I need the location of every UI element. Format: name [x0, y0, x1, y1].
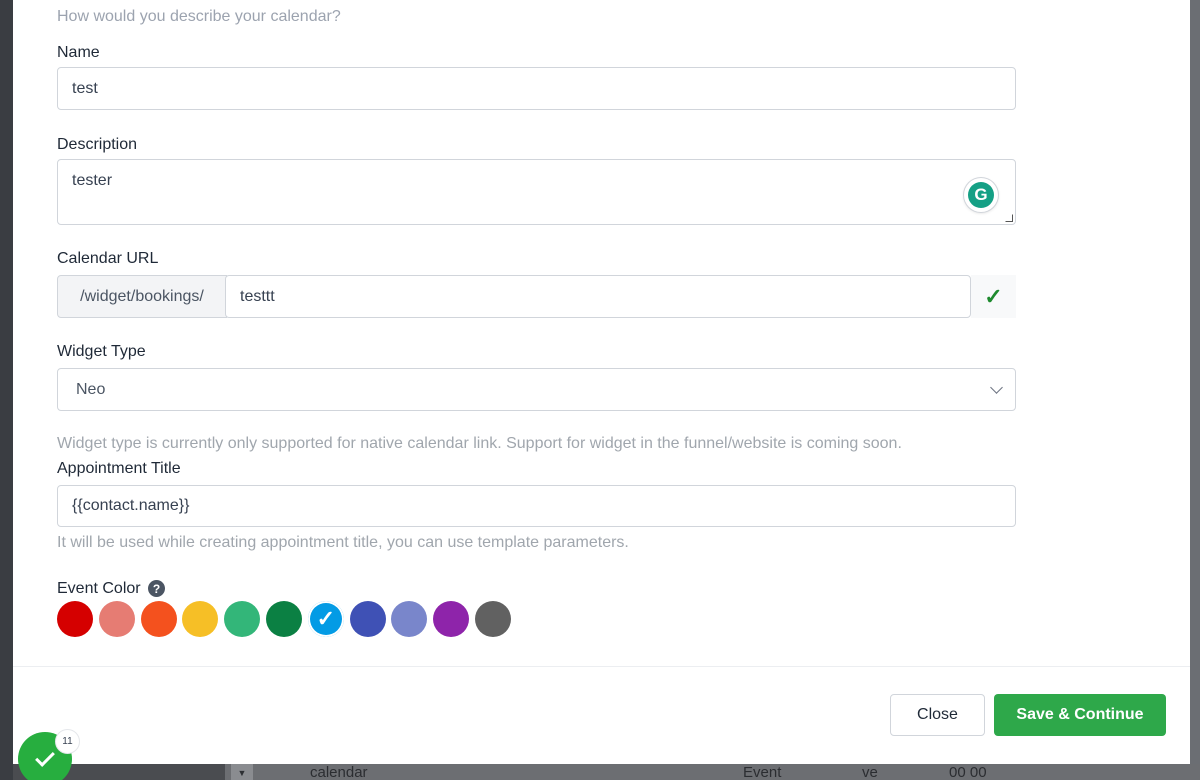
- background-table-row: ▼ calendar Event ve 00 00: [13, 764, 1200, 780]
- color-swatch[interactable]: [266, 601, 302, 637]
- caret-down-icon: ▼: [231, 764, 253, 780]
- appointment-title-input[interactable]: {{contact.name}}: [57, 485, 1016, 527]
- name-label: Name: [57, 44, 100, 61]
- form-subtitle: How would you describe your calendar?: [57, 8, 341, 25]
- name-input[interactable]: test: [57, 67, 1016, 110]
- check-icon: [35, 747, 55, 767]
- description-value: tester: [72, 172, 113, 189]
- description-textarea[interactable]: tester G: [57, 159, 1016, 225]
- color-swatch[interactable]: [391, 601, 428, 637]
- calendar-url-prefix: /widget/bookings/: [57, 275, 227, 318]
- url-valid-check-icon: ✓: [971, 275, 1016, 318]
- widget-type-hint: Widget type is currently only supported …: [57, 435, 902, 452]
- appointment-title-label: Appointment Title: [57, 460, 181, 477]
- name-input-value: test: [72, 79, 98, 97]
- appointment-title-value: {{contact.name}}: [72, 497, 190, 514]
- widget-type-select[interactable]: Neo: [57, 368, 1016, 411]
- background-cell: ve: [862, 764, 878, 780]
- color-swatch[interactable]: [182, 601, 219, 637]
- color-swatch[interactable]: [57, 601, 93, 637]
- grammarly-icon[interactable]: G: [964, 178, 998, 212]
- calendar-url-value: testtt: [240, 287, 275, 305]
- save-continue-button[interactable]: Save & Continue: [994, 694, 1166, 736]
- background-scrollbar: [1190, 0, 1200, 780]
- selected-check-icon: ✓: [316, 606, 336, 631]
- background-cell: Event: [743, 764, 782, 780]
- color-swatch[interactable]: [98, 601, 135, 637]
- color-swatch[interactable]: [224, 601, 261, 637]
- resize-handle-icon[interactable]: [1005, 214, 1013, 222]
- calendar-settings-modal: How would you describe your calendar? Na…: [13, 0, 1190, 764]
- color-swatch[interactable]: [140, 601, 177, 637]
- help-icon[interactable]: ?: [148, 580, 165, 597]
- chevron-down-icon: [990, 380, 1003, 394]
- background-cell: 00 00: [949, 764, 987, 780]
- color-swatch[interactable]: ✓: [307, 601, 344, 637]
- calendar-url-label: Calendar URL: [57, 250, 159, 267]
- color-swatch[interactable]: [349, 601, 386, 637]
- close-button[interactable]: Close: [890, 694, 985, 736]
- footer-divider: [13, 666, 1190, 667]
- description-label: Description: [57, 136, 138, 153]
- background-sidebar: [0, 0, 13, 780]
- widget-type-label: Widget Type: [57, 343, 146, 360]
- appointment-title-hint: It will be used while creating appointme…: [57, 534, 629, 551]
- calendar-url-input[interactable]: testtt: [225, 275, 971, 318]
- notification-count-badge: 11: [55, 729, 80, 754]
- color-swatch[interactable]: [475, 601, 511, 637]
- widget-type-selected: Neo: [76, 380, 106, 398]
- color-swatch[interactable]: [433, 601, 470, 637]
- event-color-label: Event Color: [57, 580, 141, 597]
- background-cell: calendar: [310, 764, 368, 780]
